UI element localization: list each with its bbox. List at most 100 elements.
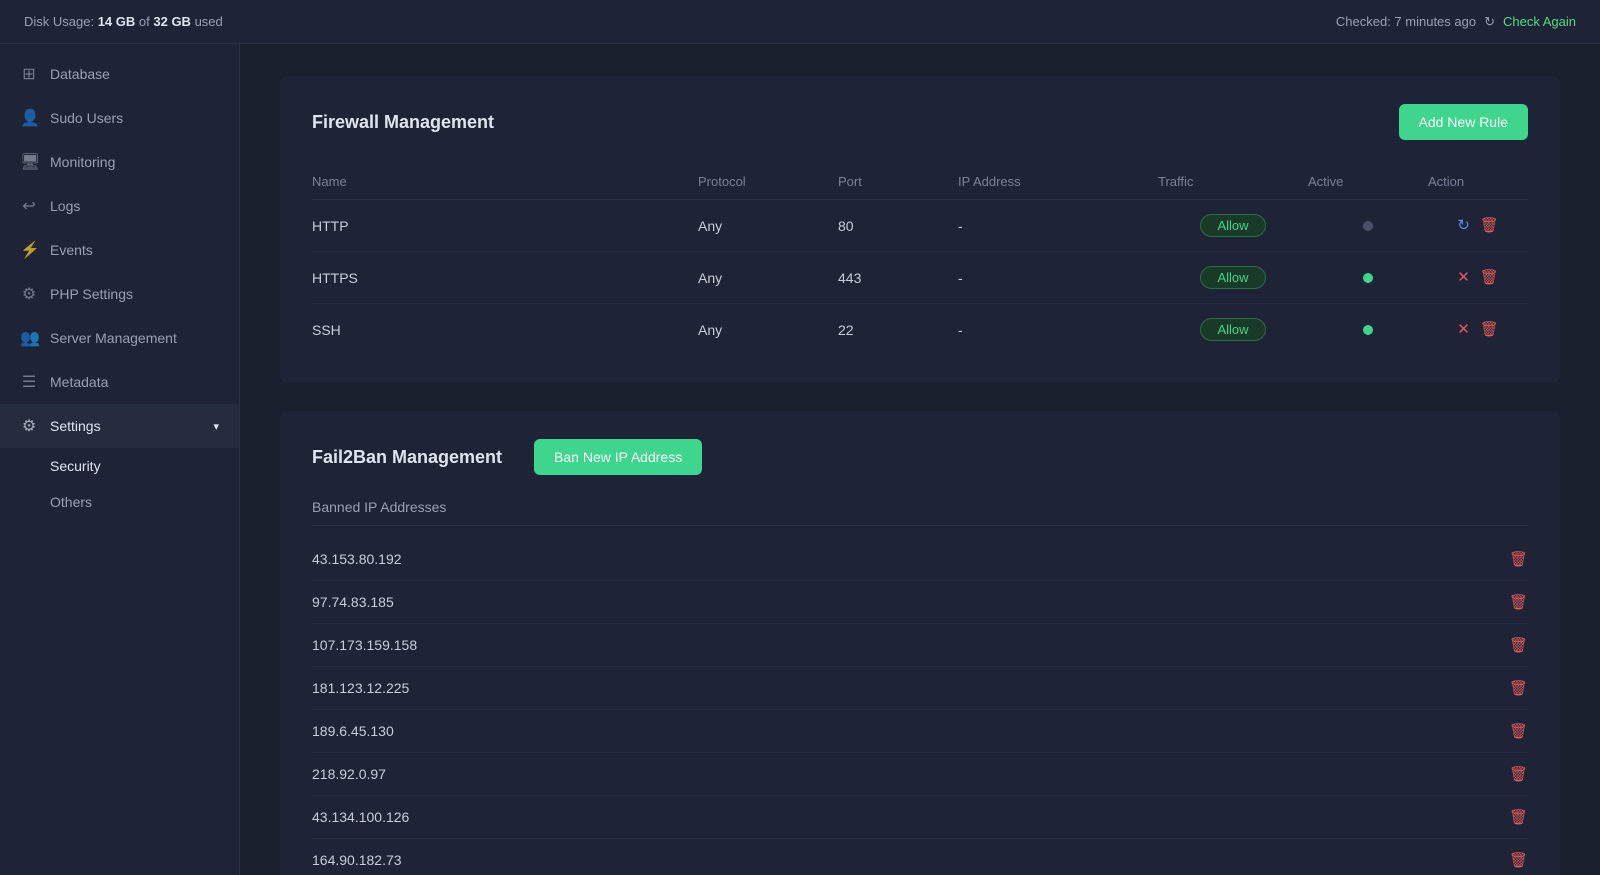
delete-ip-icon[interactable]: 🗑 bbox=[1509, 595, 1528, 610]
sidebar-subitem-security[interactable]: Security bbox=[0, 448, 239, 484]
list-item: 181.123.12.225 🗑 bbox=[312, 667, 1528, 710]
sidebar-item-events[interactable]: ⚡ Events bbox=[0, 228, 239, 272]
ban-new-ip-button[interactable]: Ban New IP Address bbox=[534, 439, 702, 475]
delete-ip-icon[interactable]: 🗑 bbox=[1509, 767, 1528, 782]
checked-label: Checked: 7 minutes ago bbox=[1336, 14, 1476, 29]
cell-ip: - bbox=[958, 200, 1158, 252]
metadata-icon: ☰ bbox=[20, 372, 38, 392]
cell-traffic: Allow bbox=[1158, 304, 1308, 356]
cell-active bbox=[1308, 252, 1428, 304]
monitoring-icon: 🖥 bbox=[20, 152, 38, 172]
delete-icon[interactable]: 🗑 bbox=[1480, 322, 1499, 337]
traffic-badge[interactable]: Allow bbox=[1200, 266, 1265, 289]
firewall-header: Firewall Management Add New Rule bbox=[312, 104, 1528, 140]
cell-protocol: Any bbox=[698, 252, 838, 304]
list-item: 189.6.45.130 🗑 bbox=[312, 710, 1528, 753]
list-item: 97.74.83.185 🗑 bbox=[312, 581, 1528, 624]
table-row: SSH Any 22 - Allow ✕🗑 bbox=[312, 304, 1528, 356]
delete-ip-icon[interactable]: 🗑 bbox=[1509, 552, 1528, 567]
delete-ip-icon[interactable]: 🗑 bbox=[1509, 681, 1528, 696]
banned-ip: 164.90.182.73 bbox=[312, 852, 402, 868]
cell-active bbox=[1308, 304, 1428, 356]
sidebar: ⊞ Database 👤 Sudo Users 🖥 Monitoring ↩ L… bbox=[0, 44, 240, 875]
banned-label: Banned IP Addresses bbox=[312, 499, 1528, 526]
cell-protocol: Any bbox=[698, 304, 838, 356]
sidebar-item-php-settings[interactable]: ⚙ PHP Settings bbox=[0, 272, 239, 316]
cell-action: ✕🗑 bbox=[1428, 252, 1528, 304]
events-icon: ⚡ bbox=[20, 240, 38, 260]
check-again-link[interactable]: Check Again bbox=[1503, 14, 1576, 29]
sidebar-item-server-management[interactable]: 👥 Server Management bbox=[0, 316, 239, 360]
col-protocol: Protocol bbox=[698, 164, 838, 200]
close-icon[interactable]: ✕ bbox=[1457, 322, 1470, 337]
col-action: Action bbox=[1428, 164, 1528, 200]
col-name: Name bbox=[312, 164, 698, 200]
firewall-title: Firewall Management bbox=[312, 112, 494, 133]
security-label: Security bbox=[50, 458, 101, 474]
delete-icon[interactable]: 🗑 bbox=[1480, 218, 1499, 233]
close-icon[interactable]: ✕ bbox=[1457, 270, 1470, 285]
delete-ip-icon[interactable]: 🗑 bbox=[1509, 638, 1528, 653]
cell-ip: - bbox=[958, 252, 1158, 304]
chevron-down-icon: ▾ bbox=[213, 420, 219, 433]
banned-ip: 218.92.0.97 bbox=[312, 766, 386, 782]
disk-usage: Disk Usage: 14 GB of 32 GB used bbox=[24, 14, 223, 29]
table-row: HTTPS Any 443 - Allow ✕🗑 bbox=[312, 252, 1528, 304]
sidebar-item-sudo-users[interactable]: 👤 Sudo Users bbox=[0, 96, 239, 140]
disk-total-value: 32 GB bbox=[153, 14, 191, 29]
traffic-badge[interactable]: Allow bbox=[1200, 214, 1265, 237]
cell-port: 443 bbox=[838, 252, 958, 304]
cell-name: HTTP bbox=[312, 200, 698, 252]
cell-active bbox=[1308, 200, 1428, 252]
cell-action: ✕🗑 bbox=[1428, 304, 1528, 356]
layout: ⊞ Database 👤 Sudo Users 🖥 Monitoring ↩ L… bbox=[0, 44, 1600, 875]
sidebar-item-monitoring[interactable]: 🖥 Monitoring bbox=[0, 140, 239, 184]
settings-left: ⚙ Settings bbox=[20, 416, 101, 436]
disk-used-value: 14 GB bbox=[98, 14, 136, 29]
list-item: 164.90.182.73 🗑 bbox=[312, 839, 1528, 875]
delete-ip-icon[interactable]: 🗑 bbox=[1509, 810, 1528, 825]
col-port: Port bbox=[838, 164, 958, 200]
others-label: Others bbox=[50, 494, 92, 510]
cell-protocol: Any bbox=[698, 200, 838, 252]
sidebar-label-logs: Logs bbox=[50, 198, 80, 214]
list-item: 43.153.80.192 🗑 bbox=[312, 538, 1528, 581]
settings-icon: ⚙ bbox=[20, 416, 38, 436]
active-dot bbox=[1363, 325, 1373, 335]
delete-ip-icon[interactable]: 🗑 bbox=[1509, 853, 1528, 868]
action-icons: ↻🗑 bbox=[1428, 218, 1528, 233]
sidebar-label-server-management: Server Management bbox=[50, 330, 177, 346]
database-icon: ⊞ bbox=[20, 64, 38, 84]
sidebar-item-logs[interactable]: ↩ Logs bbox=[0, 184, 239, 228]
delete-ip-icon[interactable]: 🗑 bbox=[1509, 724, 1528, 739]
refresh-icon[interactable]: ↻ bbox=[1457, 218, 1470, 233]
table-row: HTTP Any 80 - Allow ↻🗑 bbox=[312, 200, 1528, 252]
disk-suffix: used bbox=[195, 14, 223, 29]
banned-ip: 181.123.12.225 bbox=[312, 680, 409, 696]
action-icons: ✕🗑 bbox=[1428, 270, 1528, 285]
cell-port: 22 bbox=[838, 304, 958, 356]
banned-ip: 107.173.159.158 bbox=[312, 637, 417, 653]
sidebar-label-sudo-users: Sudo Users bbox=[50, 110, 123, 126]
active-dot bbox=[1363, 273, 1373, 283]
sidebar-item-database[interactable]: ⊞ Database bbox=[0, 52, 239, 96]
sidebar-item-settings[interactable]: ⚙ Settings ▾ bbox=[0, 404, 239, 448]
add-new-rule-button[interactable]: Add New Rule bbox=[1399, 104, 1529, 140]
delete-icon[interactable]: 🗑 bbox=[1480, 270, 1499, 285]
active-dot bbox=[1363, 221, 1373, 231]
sidebar-label-database: Database bbox=[50, 66, 110, 82]
sidebar-item-metadata[interactable]: ☰ Metadata bbox=[0, 360, 239, 404]
server-management-icon: 👥 bbox=[20, 328, 38, 348]
firewall-table: Name Protocol Port IP Address Traffic Ac… bbox=[312, 164, 1528, 355]
sidebar-subitem-others[interactable]: Others bbox=[0, 484, 239, 520]
traffic-badge[interactable]: Allow bbox=[1200, 318, 1265, 341]
col-ip-address: IP Address bbox=[958, 164, 1158, 200]
banned-ip-list: 43.153.80.192 🗑 97.74.83.185 🗑 107.173.1… bbox=[312, 538, 1528, 875]
list-item: 107.173.159.158 🗑 bbox=[312, 624, 1528, 667]
sidebar-label-settings: Settings bbox=[50, 418, 101, 434]
cell-name: HTTPS bbox=[312, 252, 698, 304]
sudo-users-icon: 👤 bbox=[20, 108, 38, 128]
cell-port: 80 bbox=[838, 200, 958, 252]
sidebar-label-events: Events bbox=[50, 242, 93, 258]
sidebar-label-metadata: Metadata bbox=[50, 374, 108, 390]
